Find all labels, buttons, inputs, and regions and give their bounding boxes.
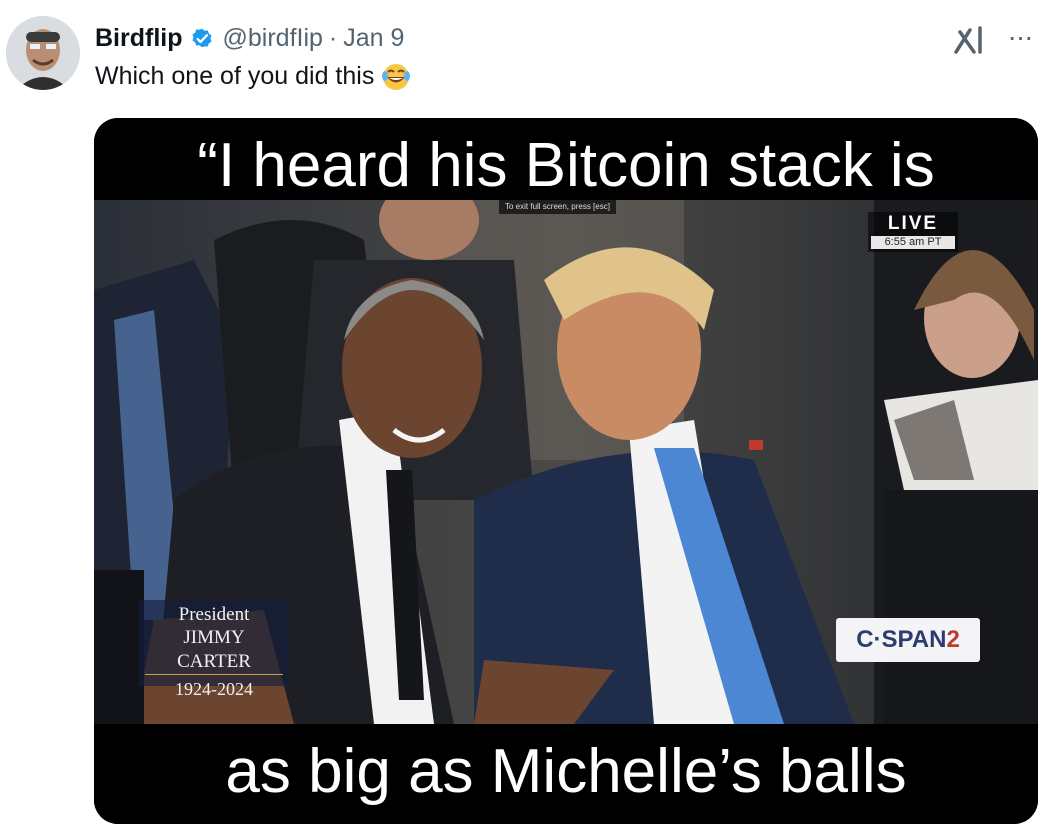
handle[interactable]: @birdfIip: [223, 24, 323, 53]
fullscreen-esc-hint: To exit full screen, press [esc]: [499, 200, 616, 214]
live-badge: LIVE 6:55 am PT: [868, 212, 958, 252]
cspan-logo-main: C·SPAN: [856, 626, 947, 653]
face-with-tears-of-joy-icon: [380, 60, 412, 92]
cspan-logo-number: 2: [946, 626, 960, 653]
chyron-title: President: [178, 604, 250, 625]
grok-icon[interactable]: [950, 22, 990, 58]
verified-badge-icon[interactable]: [189, 25, 215, 51]
chyron-name: JIMMY CARTER: [145, 626, 283, 675]
live-label: LIVE: [887, 213, 939, 234]
live-time: 6:55 am PT: [871, 236, 955, 249]
tweet[interactable]: Birdflip @birdfIip · Jan 9 Which one of …: [0, 0, 1060, 828]
display-name[interactable]: Birdflip: [95, 24, 183, 53]
meme-caption-top: “I heard his Bitcoin stack is: [94, 118, 1038, 200]
more-icon[interactable]: ···: [1000, 22, 1040, 52]
meme-caption-bottom: as big as Michelle’s balls: [94, 724, 1038, 824]
news-chyron: President JIMMY CARTER 1924-2024: [139, 600, 289, 699]
cspan-logo: C·SPAN2: [836, 618, 980, 662]
tweet-text: Which one of you did this: [95, 60, 412, 92]
separator-dot: ·: [328, 23, 338, 52]
avatar[interactable]: [6, 16, 80, 90]
tweet-date[interactable]: Jan 9: [343, 24, 404, 53]
tweet-text-body: Which one of you did this: [95, 61, 375, 90]
chyron-years: 1924-2024: [175, 679, 253, 699]
tweet-media[interactable]: “I heard his Bitcoin stack is To exit fu…: [94, 118, 1038, 824]
tweet-header: Birdflip @birdfIip · Jan 9: [95, 22, 404, 54]
